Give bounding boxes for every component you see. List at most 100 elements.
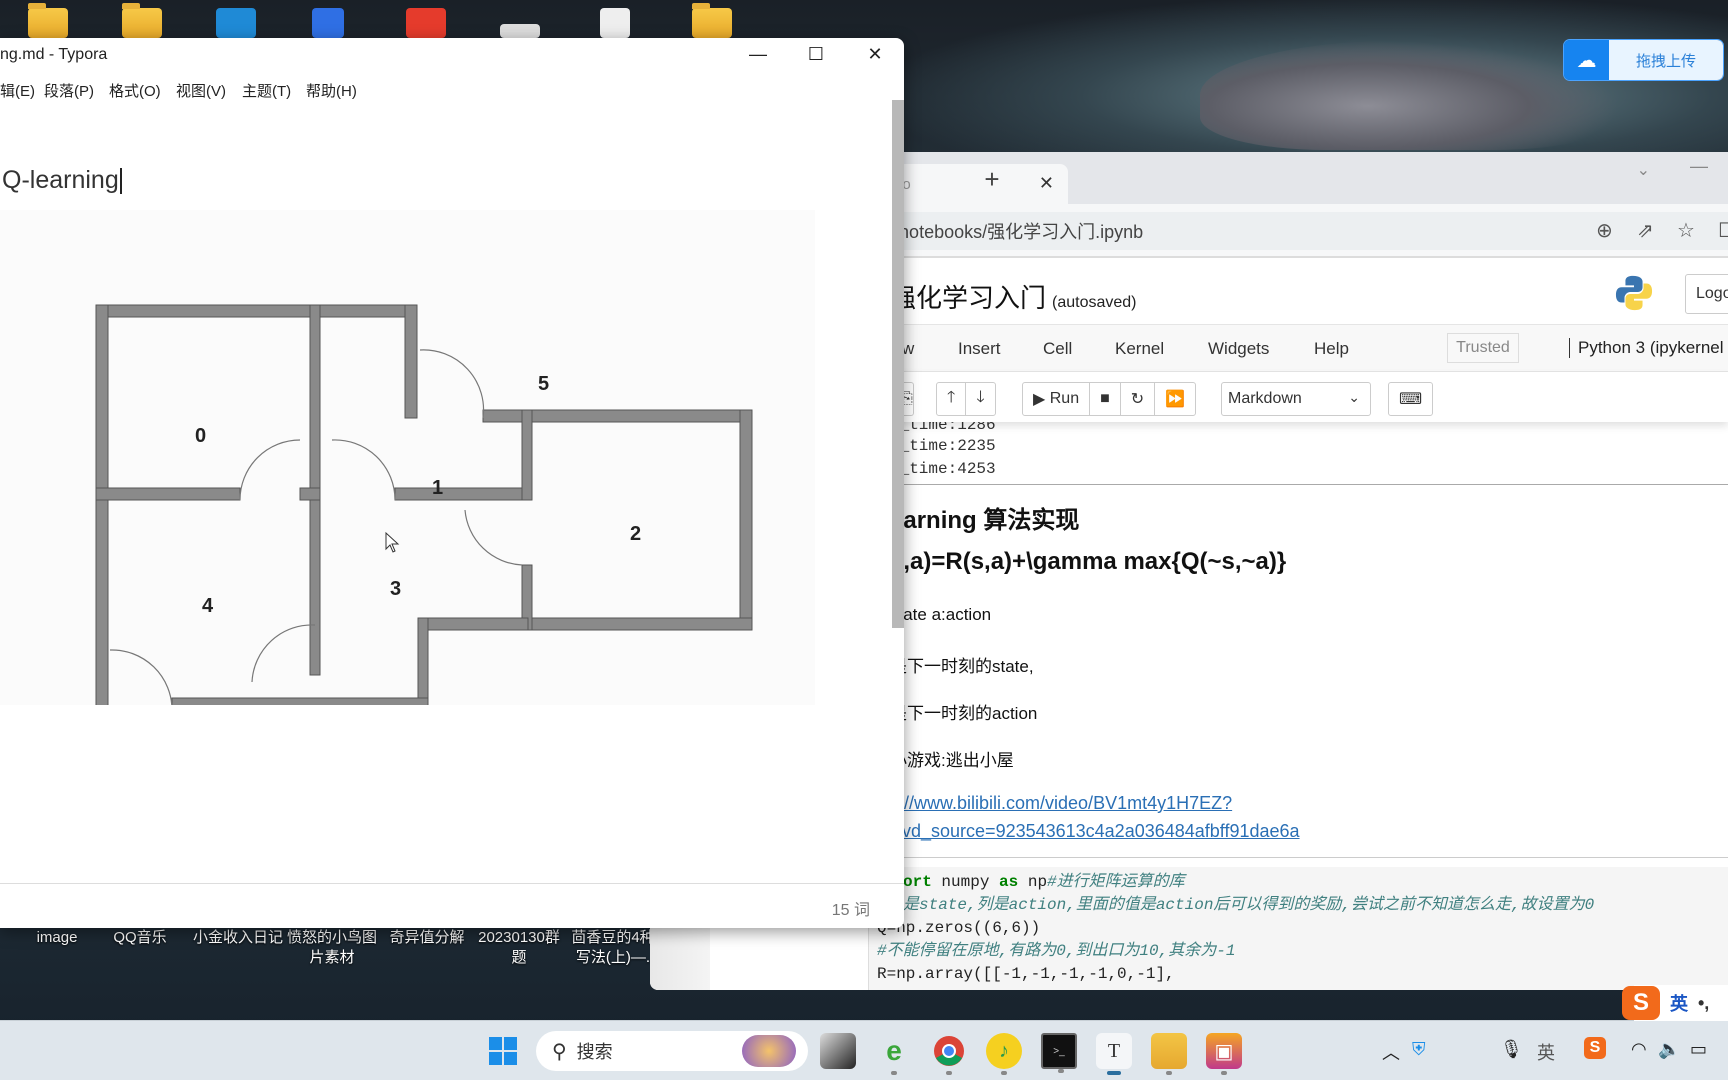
desktop-folder-icon[interactable] [122, 3, 162, 38]
running-indicator [891, 1071, 897, 1075]
interrupt-button[interactable]: ■ [1090, 383, 1121, 415]
menu-format[interactable]: 格式(O) [109, 80, 161, 101]
desktop-shortcut[interactable]: 小金收入日记 [188, 928, 288, 948]
tab-close-icon[interactable]: ✕ [1039, 173, 1054, 194]
menu-edit[interactable]: 辑(E) [0, 80, 35, 101]
menu-help[interactable]: 帮助(H) [306, 80, 357, 101]
star-icon[interactable]: ☆ [1677, 218, 1695, 243]
cell-type-select[interactable]: Markdown ⌄ [1221, 382, 1371, 416]
cell-type-value: Markdown [1228, 390, 1302, 407]
kernel-indicator: Python 3 (ipykernel [1569, 338, 1724, 358]
file-explorer-icon[interactable] [1151, 1033, 1187, 1075]
terminal-icon[interactable]: >_ [1041, 1033, 1077, 1073]
ime-status-bar[interactable]: S 英 •, [1622, 985, 1728, 1021]
maximize-button[interactable]: ☐ [801, 44, 831, 65]
keyboard-shortcuts-button[interactable]: ⌨ [1389, 383, 1432, 415]
trusted-badge[interactable]: Trusted [1447, 333, 1519, 363]
qq-music-icon[interactable]: ♪ [986, 1033, 1022, 1075]
chrome-icon[interactable] [931, 1033, 967, 1075]
markdown-file-icon[interactable] [600, 8, 630, 38]
desktop-shortcut[interactable]: 茴香豆的4种 写法(上)—. [568, 928, 658, 968]
menu-insert[interactable]: Insert [958, 339, 1001, 359]
room-label: 4 [202, 595, 214, 617]
wps-writer-icon[interactable] [312, 8, 344, 38]
zoom-icon[interactable]: ⊕ [1596, 218, 1613, 243]
share-icon[interactable]: ⇗ [1637, 218, 1654, 243]
toolbar-group-run: ▶ Run ■ ↻ ⏩ [1022, 382, 1197, 416]
desktop-shortcut[interactable]: 愤怒的小鸟图 片素材 [283, 928, 381, 968]
drag-upload-button[interactable]: ☁ 拖拽上传 [1564, 40, 1723, 80]
code-cell[interactable]: ort numpy as np#进行矩阵运算的库 是state,列是action… [868, 867, 1728, 990]
room-label: 0 [195, 425, 206, 447]
wifi-icon[interactable]: ◠ [1631, 1039, 1647, 1060]
battery-icon[interactable]: ▭ [1690, 1039, 1707, 1060]
search-highlight-image [742, 1035, 796, 1067]
bilibili-link[interactable]: &vd_source=923543613c4a2a036484afbff91da… [890, 821, 1300, 842]
vscode-icon[interactable] [216, 8, 256, 38]
vertical-scrollbar[interactable] [892, 100, 904, 628]
menu-help[interactable]: Help [1314, 339, 1349, 359]
wall [521, 617, 753, 631]
desktop-shortcut[interactable]: image [22, 928, 92, 948]
upload-label: 拖拽上传 [1609, 40, 1723, 80]
typora-window: ng.md - Typora — ☐ ✕ 辑(E) 段落(P) 格式(O) 视图… [0, 38, 904, 928]
start-button[interactable] [485, 1033, 521, 1069]
sidebar-icon[interactable]: ☐ [1718, 218, 1728, 243]
ime-tray-indicator[interactable]: 英 [1537, 1039, 1555, 1065]
show-hidden-icons-chevron[interactable]: ︿ [1382, 1039, 1400, 1065]
image-thumbnail-icon[interactable] [500, 24, 540, 38]
menu-paragraph[interactable]: 段落(P) [44, 80, 94, 101]
bilibili-link[interactable]: s://www.bilibili.com/video/BV1mt4y1H7EZ? [890, 793, 1232, 814]
new-tab-button[interactable]: + [975, 164, 1009, 195]
shortcut-label: QQ音乐 [113, 929, 167, 946]
menu-theme[interactable]: 主题(T) [242, 80, 291, 101]
shortcut-label: 题 [511, 949, 527, 966]
ie-browser-icon[interactable]: e [876, 1033, 912, 1075]
typora-taskbar-icon[interactable]: T [1096, 1033, 1132, 1075]
markdown-paragraph: 是下一时刻的action [890, 704, 1038, 723]
task-view-icon[interactable] [820, 1033, 856, 1069]
heading-text: Q-learning [2, 166, 119, 194]
desktop-folder-icon[interactable] [692, 3, 732, 38]
run-button[interactable]: ▶ Run [1023, 383, 1091, 415]
wps-pdf-icon[interactable] [406, 8, 446, 38]
word-count[interactable]: 15 词 [832, 896, 870, 920]
menu-widgets[interactable]: Widgets [1208, 339, 1269, 359]
restart-button[interactable]: ↻ [1121, 383, 1156, 415]
floor-plan-image[interactable]: 0 1 2 3 4 5 [0, 210, 815, 711]
menu-view[interactable]: 视图(V) [176, 80, 226, 101]
taskbar-search-box[interactable]: ⚲ 搜索 [536, 1031, 808, 1071]
menu-cell[interactable]: Cell [1043, 339, 1072, 359]
ime-punct[interactable]: •, [1698, 993, 1709, 1014]
browser-minimize-button[interactable]: — [1690, 156, 1708, 177]
desktop-shortcut[interactable]: 20230130群题 [474, 928, 564, 968]
tab-search-chevron-icon[interactable]: ⌄ [1637, 160, 1650, 180]
move-up-button[interactable]: 🡑 [937, 383, 967, 415]
notebook-name[interactable]: 强化学习入门 [890, 283, 1046, 313]
desktop-shortcut[interactable]: QQ音乐 [105, 928, 175, 948]
ime-mode[interactable]: 英 [1670, 990, 1688, 1016]
microphone-icon[interactable]: 🎙 [1500, 1039, 1523, 1060]
browser-tab[interactable]: oo ✕ [880, 164, 1068, 204]
code-line: ort numpy as np#进行矩阵运算的库 [877, 871, 1728, 894]
sogou-ime-icon: S [1622, 986, 1660, 1020]
markdown-formula-heading: s,a)=R(s,a)+\gamma max{Q(~s,~a)} [890, 548, 1287, 575]
notebook-title[interactable]: 强化学习入门 (autosaved) [890, 278, 1137, 315]
desktop-shortcut[interactable]: 奇异值分解 [384, 928, 470, 948]
security-shield-icon[interactable]: ⛨ [1412, 1039, 1426, 1060]
minimize-button[interactable]: — [743, 44, 773, 65]
code-text: numpy [931, 873, 1000, 891]
code-line: R=np.array([[-1,-1,-1,-1,0,-1], [877, 965, 1175, 983]
document-heading[interactable]: Q-learning [2, 166, 122, 195]
restart-run-all-button[interactable]: ⏩ [1155, 383, 1195, 415]
menu-kernel[interactable]: Kernel [1115, 339, 1164, 359]
sogou-tray-icon[interactable]: S [1584, 1037, 1606, 1059]
logout-button[interactable]: Logo [1685, 274, 1728, 314]
volume-icon[interactable]: 🔈 [1658, 1039, 1680, 1060]
close-button[interactable]: ✕ [860, 44, 890, 65]
video-editor-icon[interactable]: ▣ [1206, 1033, 1242, 1075]
move-down-button[interactable]: 🡓 [966, 383, 994, 415]
url-input[interactable]: 8888/notebooks/强化学习入门.ipynb [800, 212, 1728, 250]
desktop-folder-icon[interactable] [28, 3, 68, 38]
cell-divider [890, 484, 1728, 485]
